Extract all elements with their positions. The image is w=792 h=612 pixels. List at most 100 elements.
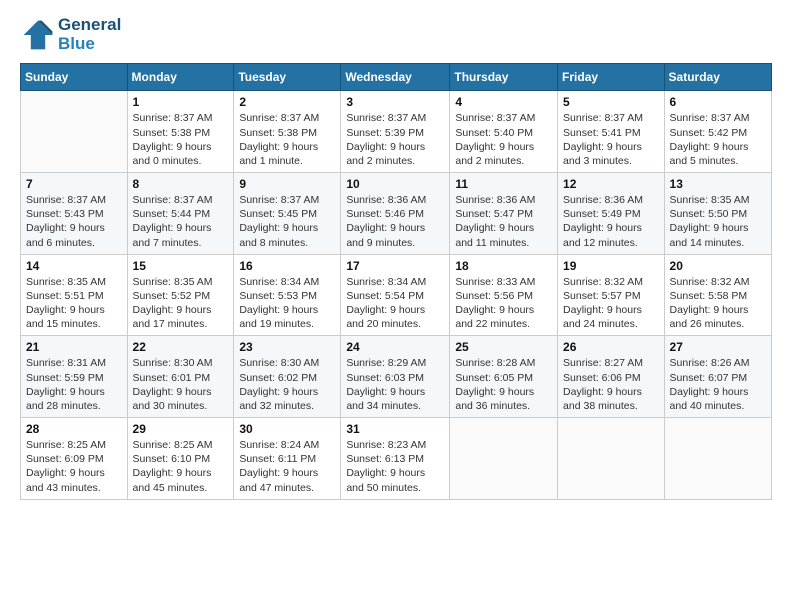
day-number: 28 [26,422,122,436]
calendar-week-row: 28 Sunrise: 8:25 AMSunset: 6:09 PMDayligh… [21,418,772,500]
day-info: Sunrise: 8:35 AMSunset: 5:51 PMDaylight:… [26,275,122,332]
day-info: Sunrise: 8:31 AMSunset: 5:59 PMDaylight:… [26,356,122,413]
calendar-cell: 28 Sunrise: 8:25 AMSunset: 6:09 PMDayligh… [21,418,128,500]
calendar-cell: 13Sunrise: 8:35 AMSunset: 5:50 PMDayligh… [664,173,771,255]
day-number: 25 [455,340,552,354]
calendar-cell: 25 Sunrise: 8:28 AMSunset: 6:05 PMDayligh… [450,336,558,418]
calendar-cell: 17 Sunrise: 8:34 AMSunset: 5:54 PMDayligh… [341,254,450,336]
logo-icon [20,17,56,53]
day-number: 18 [455,259,552,273]
calendar-cell: 31 Sunrise: 8:23 AMSunset: 6:13 PMDayligh… [341,418,450,500]
calendar-table: SundayMondayTuesdayWednesdayThursdayFrid… [20,63,772,499]
page: General Blue SundayMondayTuesdayWednesda… [0,0,792,612]
day-info: Sunrise: 8:25 AMSunset: 6:10 PMDaylight:… [133,438,229,495]
day-number: 19 [563,259,659,273]
day-info: Sunrise: 8:34 AMSunset: 5:54 PMDaylight:… [346,275,444,332]
calendar-cell: 24 Sunrise: 8:29 AMSunset: 6:03 PMDayligh… [341,336,450,418]
weekday-header: Wednesday [341,64,450,91]
day-info: Sunrise: 8:27 AMSunset: 6:06 PMDaylight:… [563,356,659,413]
calendar-week-row: 14 Sunrise: 8:35 AMSunset: 5:51 PMDayligh… [21,254,772,336]
day-number: 15 [133,259,229,273]
weekday-header: Friday [558,64,665,91]
calendar-cell [21,91,128,173]
logo: General Blue [20,16,121,53]
calendar-cell: 1 Sunrise: 8:37 AMSunset: 5:38 PMDaylight… [127,91,234,173]
calendar-cell: 11 Sunrise: 8:36 AMSunset: 5:47 PMDayligh… [450,173,558,255]
calendar-cell [664,418,771,500]
day-info: Sunrise: 8:37 AMSunset: 5:41 PMDaylight:… [563,111,659,168]
day-number: 27 [670,340,766,354]
day-number: 26 [563,340,659,354]
weekday-header: Sunday [21,64,128,91]
day-info: Sunrise: 8:30 AMSunset: 6:02 PMDaylight:… [239,356,335,413]
day-number: 6 [670,95,766,109]
day-info: Sunrise: 8:29 AMSunset: 6:03 PMDaylight:… [346,356,444,413]
day-number: 21 [26,340,122,354]
calendar-cell [558,418,665,500]
calendar-cell: 15Sunrise: 8:35 AMSunset: 5:52 PMDayligh… [127,254,234,336]
day-number: 1 [133,95,229,109]
calendar-cell: 9 Sunrise: 8:37 AMSunset: 5:45 PMDaylight… [234,173,341,255]
calendar-cell: 7 Sunrise: 8:37 AMSunset: 5:43 PMDaylight… [21,173,128,255]
day-info: Sunrise: 8:32 AMSunset: 5:58 PMDaylight:… [670,275,766,332]
day-number: 23 [239,340,335,354]
calendar-week-row: 1 Sunrise: 8:37 AMSunset: 5:38 PMDaylight… [21,91,772,173]
weekday-header: Monday [127,64,234,91]
day-info: Sunrise: 8:37 AMSunset: 5:40 PMDaylight:… [455,111,552,168]
logo-text: General Blue [58,16,121,53]
day-number: 17 [346,259,444,273]
day-number: 8 [133,177,229,191]
day-number: 24 [346,340,444,354]
calendar-cell: 6Sunrise: 8:37 AMSunset: 5:42 PMDaylight… [664,91,771,173]
calendar-cell: 10 Sunrise: 8:36 AMSunset: 5:46 PMDayligh… [341,173,450,255]
day-number: 4 [455,95,552,109]
day-number: 3 [346,95,444,109]
day-number: 9 [239,177,335,191]
calendar-cell: 29Sunrise: 8:25 AMSunset: 6:10 PMDayligh… [127,418,234,500]
day-number: 10 [346,177,444,191]
day-info: Sunrise: 8:30 AMSunset: 6:01 PMDaylight:… [133,356,229,413]
day-number: 20 [670,259,766,273]
day-info: Sunrise: 8:34 AMSunset: 5:53 PMDaylight:… [239,275,335,332]
calendar-cell: 20 Sunrise: 8:32 AMSunset: 5:58 PMDayligh… [664,254,771,336]
day-info: Sunrise: 8:24 AMSunset: 6:11 PMDaylight:… [239,438,335,495]
calendar-cell: 21 Sunrise: 8:31 AMSunset: 5:59 PMDayligh… [21,336,128,418]
day-info: Sunrise: 8:36 AMSunset: 5:49 PMDaylight:… [563,193,659,250]
day-number: 11 [455,177,552,191]
calendar-cell: 14 Sunrise: 8:35 AMSunset: 5:51 PMDayligh… [21,254,128,336]
day-info: Sunrise: 8:23 AMSunset: 6:13 PMDaylight:… [346,438,444,495]
day-info: Sunrise: 8:28 AMSunset: 6:05 PMDaylight:… [455,356,552,413]
calendar-cell: 5 Sunrise: 8:37 AMSunset: 5:41 PMDaylight… [558,91,665,173]
weekday-header: Saturday [664,64,771,91]
calendar-cell: 27 Sunrise: 8:26 AMSunset: 6:07 PMDayligh… [664,336,771,418]
day-info: Sunrise: 8:25 AMSunset: 6:09 PMDaylight:… [26,438,122,495]
day-info: Sunrise: 8:37 AMSunset: 5:38 PMDaylight:… [239,111,335,168]
day-number: 13 [670,177,766,191]
day-info: Sunrise: 8:37 AMSunset: 5:43 PMDaylight:… [26,193,122,250]
calendar-cell: 12Sunrise: 8:36 AMSunset: 5:49 PMDayligh… [558,173,665,255]
calendar-cell [450,418,558,500]
day-number: 2 [239,95,335,109]
calendar-cell: 26 Sunrise: 8:27 AMSunset: 6:06 PMDayligh… [558,336,665,418]
day-number: 7 [26,177,122,191]
calendar-cell: 8Sunrise: 8:37 AMSunset: 5:44 PMDaylight… [127,173,234,255]
day-info: Sunrise: 8:36 AMSunset: 5:46 PMDaylight:… [346,193,444,250]
calendar-header-row: SundayMondayTuesdayWednesdayThursdayFrid… [21,64,772,91]
day-info: Sunrise: 8:26 AMSunset: 6:07 PMDaylight:… [670,356,766,413]
calendar-cell: 16 Sunrise: 8:34 AMSunset: 5:53 PMDayligh… [234,254,341,336]
day-info: Sunrise: 8:37 AMSunset: 5:45 PMDaylight:… [239,193,335,250]
day-info: Sunrise: 8:37 AMSunset: 5:38 PMDaylight:… [133,111,229,168]
day-number: 31 [346,422,444,436]
weekday-header: Tuesday [234,64,341,91]
day-info: Sunrise: 8:36 AMSunset: 5:47 PMDaylight:… [455,193,552,250]
calendar-cell: 4 Sunrise: 8:37 AMSunset: 5:40 PMDaylight… [450,91,558,173]
day-number: 5 [563,95,659,109]
calendar-cell: 30 Sunrise: 8:24 AMSunset: 6:11 PMDayligh… [234,418,341,500]
calendar-week-row: 21 Sunrise: 8:31 AMSunset: 5:59 PMDayligh… [21,336,772,418]
weekday-header: Thursday [450,64,558,91]
calendar-cell: 2 Sunrise: 8:37 AMSunset: 5:38 PMDaylight… [234,91,341,173]
day-number: 16 [239,259,335,273]
calendar-week-row: 7 Sunrise: 8:37 AMSunset: 5:43 PMDaylight… [21,173,772,255]
day-number: 14 [26,259,122,273]
day-number: 30 [239,422,335,436]
